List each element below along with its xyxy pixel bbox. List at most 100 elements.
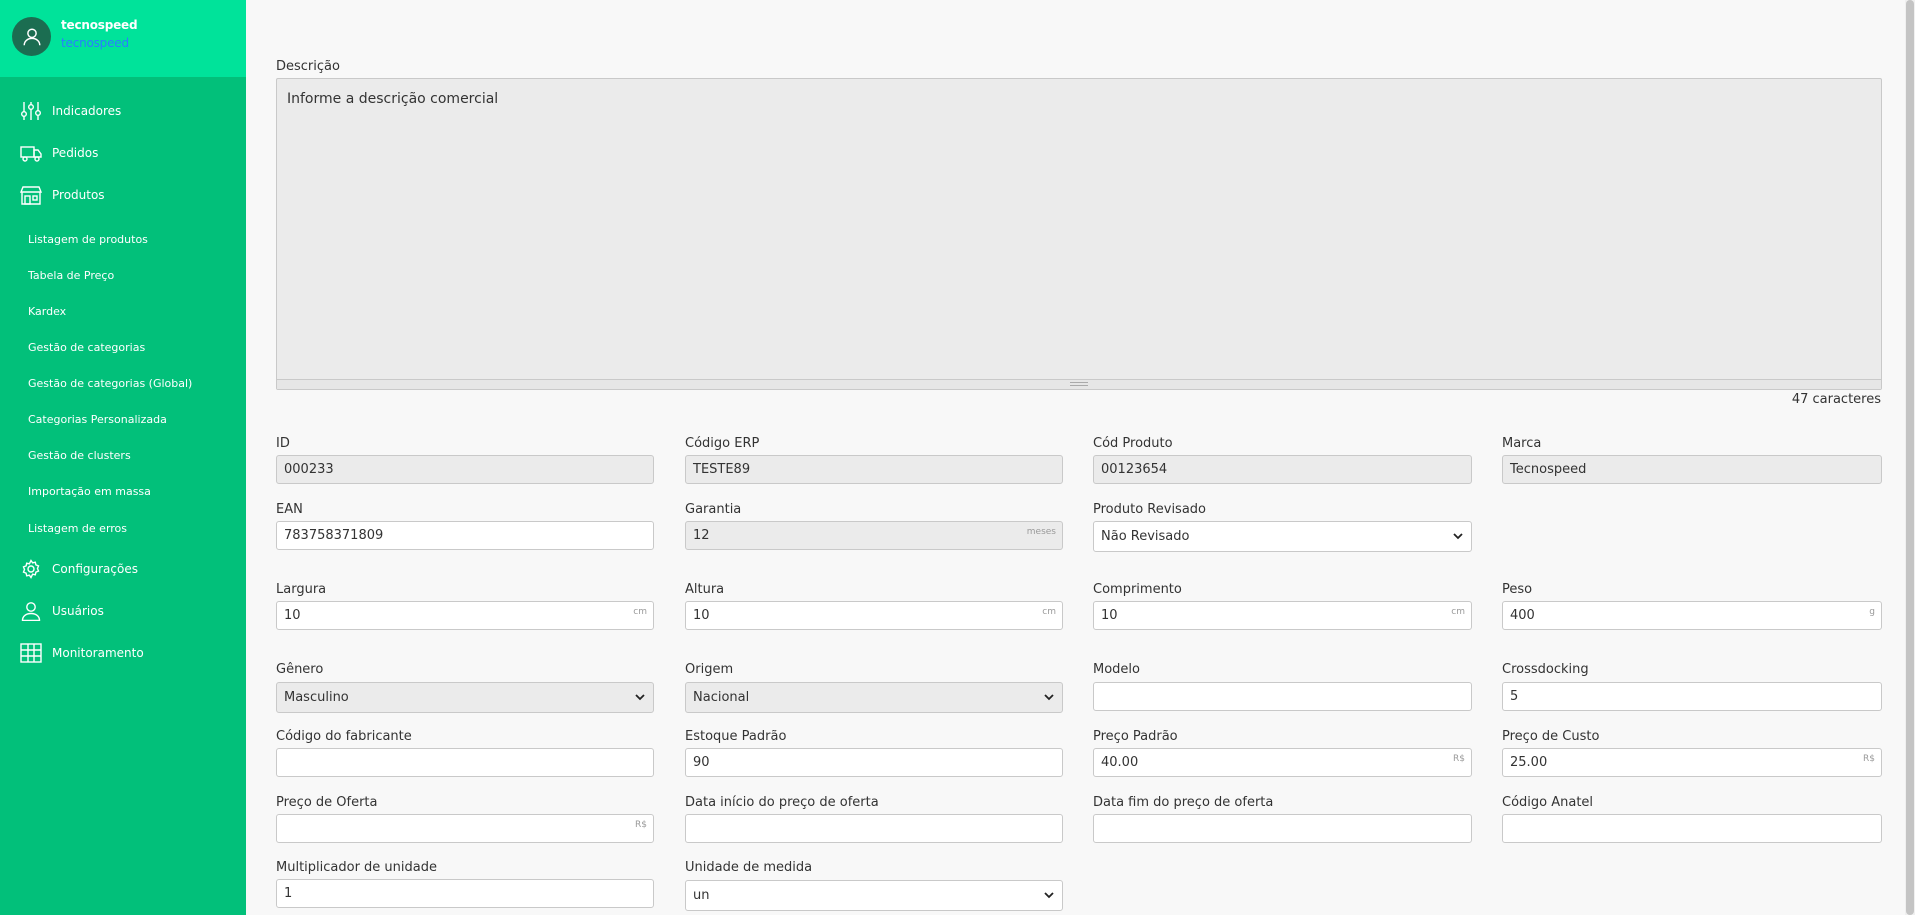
genero-value: Masculino xyxy=(284,690,349,705)
garantia-field[interactable]: 12 meses xyxy=(685,521,1063,550)
user-icon xyxy=(22,27,41,45)
preco-padrao-label: Preço Padrão xyxy=(1093,729,1178,744)
description-label: Descrição xyxy=(276,59,340,74)
data-inicio-oferta-field[interactable] xyxy=(685,814,1063,843)
monitor-grid-icon xyxy=(20,643,42,663)
scrollbar[interactable] xyxy=(1905,0,1915,915)
cod-produto-field[interactable]: 00123654 xyxy=(1093,455,1472,484)
preco-custo-value: 25.00 xyxy=(1510,755,1548,770)
codigo-fabricante-label: Código do fabricante xyxy=(276,729,412,744)
sidebar-item-pedidos[interactable]: Pedidos xyxy=(0,138,246,168)
garantia-label: Garantia xyxy=(685,502,742,517)
subnav-importacao-massa[interactable]: Importação em massa xyxy=(28,485,151,498)
truck-icon xyxy=(20,146,42,162)
chevron-down-icon xyxy=(635,694,645,701)
grip-icon xyxy=(1070,382,1088,386)
data-fim-oferta-field[interactable] xyxy=(1093,814,1472,843)
multiplicador-label: Multiplicador de unidade xyxy=(276,860,437,875)
comprimento-value: 10 xyxy=(1101,608,1118,623)
codigo-fabricante-field[interactable] xyxy=(276,748,654,777)
subnav-gestao-clusters[interactable]: Gestão de clusters xyxy=(28,449,131,462)
largura-value: 10 xyxy=(284,608,301,623)
origem-select[interactable]: Nacional xyxy=(685,682,1063,713)
preco-custo-field[interactable]: 25.00 R$ xyxy=(1502,748,1882,777)
sliders-icon xyxy=(21,102,41,120)
sidebar-item-configuracoes[interactable]: Configurações xyxy=(0,554,246,584)
peso-field[interactable]: 400 g xyxy=(1502,601,1882,630)
largura-field[interactable]: 10 cm xyxy=(276,601,654,630)
subnav-gestao-categorias-global[interactable]: Gestão de categorias (Global) xyxy=(28,377,192,390)
produto-revisado-select[interactable]: Não Revisado xyxy=(1093,521,1472,552)
codigo-anatel-field[interactable] xyxy=(1502,814,1882,843)
peso-unit: g xyxy=(1869,607,1875,617)
scrollbar-thumb[interactable] xyxy=(1906,0,1914,915)
id-field[interactable]: 000233 xyxy=(276,455,654,484)
avatar[interactable] xyxy=(12,17,51,56)
largura-label: Largura xyxy=(276,582,327,597)
modelo-field[interactable] xyxy=(1093,682,1472,711)
preco-oferta-label: Preço de Oferta xyxy=(276,795,378,810)
sidebar-item-usuarios[interactable]: Usuários xyxy=(0,596,246,626)
id-value: 000233 xyxy=(284,462,334,477)
unidade-medida-select[interactable]: un xyxy=(685,880,1063,911)
preco-oferta-field[interactable]: R$ xyxy=(276,814,654,843)
codigo-erp-field[interactable]: TESTE89 xyxy=(685,455,1063,484)
id-label: ID xyxy=(276,436,290,451)
largura-unit: cm xyxy=(633,607,647,617)
comprimento-field[interactable]: 10 cm xyxy=(1093,601,1472,630)
crossdocking-field[interactable]: 5 xyxy=(1502,682,1882,711)
subnav-listagem-erros[interactable]: Listagem de erros xyxy=(28,522,127,535)
altura-unit: cm xyxy=(1042,607,1056,617)
data-fim-oferta-label: Data fim do preço de oferta xyxy=(1093,795,1274,810)
cod-produto-label: Cód Produto xyxy=(1093,436,1173,451)
produto-revisado-value: Não Revisado xyxy=(1101,529,1190,544)
description-textarea[interactable]: Informe a descrição comercial xyxy=(276,78,1882,390)
data-inicio-oferta-label: Data início do preço de oferta xyxy=(685,795,879,810)
sidebar-item-monitoramento[interactable]: Monitoramento xyxy=(0,638,246,668)
preco-oferta-unit: R$ xyxy=(635,820,647,830)
comprimento-label: Comprimento xyxy=(1093,582,1182,597)
marca-field[interactable]: Tecnospeed xyxy=(1502,455,1882,484)
user-company[interactable]: tecnospeed xyxy=(61,36,129,50)
comprimento-unit: cm xyxy=(1451,607,1465,617)
user-name: tecnospeed xyxy=(61,18,138,32)
preco-custo-label: Preço de Custo xyxy=(1502,729,1600,744)
sidebar-header: tecnospeed tecnospeed xyxy=(0,0,246,77)
estoque-padrao-label: Estoque Padrão xyxy=(685,729,787,744)
subnav-tabela-preco[interactable]: Tabela de Preço xyxy=(28,269,114,282)
preco-padrao-field[interactable]: 40.00 R$ xyxy=(1093,748,1472,777)
codigo-erp-value: TESTE89 xyxy=(693,462,751,477)
store-icon xyxy=(20,186,42,205)
ean-label: EAN xyxy=(276,502,303,517)
marca-label: Marca xyxy=(1502,436,1542,451)
sidebar-item-produtos[interactable]: Produtos xyxy=(0,180,246,210)
crossdocking-label: Crossdocking xyxy=(1502,662,1589,677)
ean-field[interactable]: 783758371809 xyxy=(276,521,654,550)
altura-field[interactable]: 10 cm xyxy=(685,601,1063,630)
produto-revisado-label: Produto Revisado xyxy=(1093,502,1206,517)
chevron-down-icon xyxy=(1044,694,1054,701)
chevron-down-icon xyxy=(1453,533,1463,540)
genero-select[interactable]: Masculino xyxy=(276,682,654,713)
main-content: Descrição Informe a descrição comercial … xyxy=(246,0,1915,915)
multiplicador-value: 1 xyxy=(284,886,293,901)
marca-value: Tecnospeed xyxy=(1510,462,1587,477)
gear-icon xyxy=(22,559,40,579)
sidebar-item-label: Pedidos xyxy=(52,146,99,160)
altura-value: 10 xyxy=(693,608,710,623)
subnav-gestao-categorias[interactable]: Gestão de categorias xyxy=(28,341,145,354)
subnav-kardex[interactable]: Kardex xyxy=(28,305,66,318)
multiplicador-field[interactable]: 1 xyxy=(276,879,654,908)
preco-custo-unit: R$ xyxy=(1863,754,1875,764)
origem-label: Origem xyxy=(685,662,734,677)
subnav-categorias-personalizada[interactable]: Categorias Personalizada xyxy=(28,413,167,426)
unidade-medida-label: Unidade de medida xyxy=(685,860,813,875)
sidebar-item-label: Monitoramento xyxy=(52,646,144,660)
cod-produto-value: 00123654 xyxy=(1101,462,1168,477)
estoque-padrao-field[interactable]: 90 xyxy=(685,748,1063,777)
sidebar-item-indicadores[interactable]: Indicadores xyxy=(0,96,246,126)
subnav-listagem-produtos[interactable]: Listagem de produtos xyxy=(28,233,148,246)
textarea-resize-handle[interactable] xyxy=(277,379,1881,389)
sidebar-item-label: Produtos xyxy=(52,188,105,202)
sidebar-item-label: Usuários xyxy=(52,604,104,618)
